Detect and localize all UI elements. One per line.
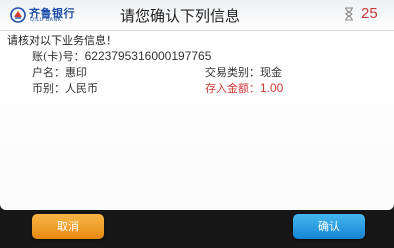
bank-logo: 齐鲁银行 QILU BANK bbox=[10, 5, 80, 25]
qilu-bank-logo-icon bbox=[10, 7, 26, 23]
transaction-type-label: 交易类别： bbox=[205, 66, 260, 79]
account-number-label: 账(卡)号： bbox=[32, 50, 85, 63]
account-number-value: 6223795316000197765 bbox=[84, 49, 212, 63]
transaction-type-field: 交易类别：现金 bbox=[205, 64, 282, 80]
account-number-field: 账(卡)号：6223795316000197765 bbox=[32, 48, 211, 64]
countdown-timer: 25 bbox=[361, 5, 378, 22]
currency-value: 人民币 bbox=[65, 82, 98, 95]
hourglass-timer-icon bbox=[345, 7, 353, 21]
deposit-amount-value: 1.00 bbox=[260, 81, 284, 95]
deposit-amount-label: 存入金额： bbox=[205, 82, 260, 95]
header-bar: 齐鲁银行 QILU BANK 请您确认下列信息 25 bbox=[0, 0, 394, 31]
currency-label: 币别： bbox=[32, 82, 65, 95]
confirm-button[interactable]: 确认 bbox=[293, 214, 365, 239]
transaction-type-value: 现金 bbox=[260, 66, 282, 79]
atm-screen: 齐鲁银行 QILU BANK 请您确认下列信息 25 请核对以下业务信息！ 账(… bbox=[0, 0, 394, 248]
bank-name-en: QILU BANK bbox=[30, 17, 62, 23]
account-name-label: 户名： bbox=[32, 66, 65, 79]
account-name-value: 惠印 bbox=[65, 66, 87, 79]
account-name-field: 户名：惠印 bbox=[32, 64, 87, 80]
currency-field: 币别：人民币 bbox=[32, 80, 98, 96]
verify-prompt: 请核对以下业务信息！ bbox=[7, 34, 117, 47]
confirmation-panel: 齐鲁银行 QILU BANK 请您确认下列信息 25 请核对以下业务信息！ 账(… bbox=[0, 0, 394, 210]
cancel-button[interactable]: 取消 bbox=[32, 214, 104, 239]
deposit-amount-field: 存入金额：1.00 bbox=[205, 80, 283, 96]
page-title: 请您确认下列信息 bbox=[120, 7, 241, 25]
